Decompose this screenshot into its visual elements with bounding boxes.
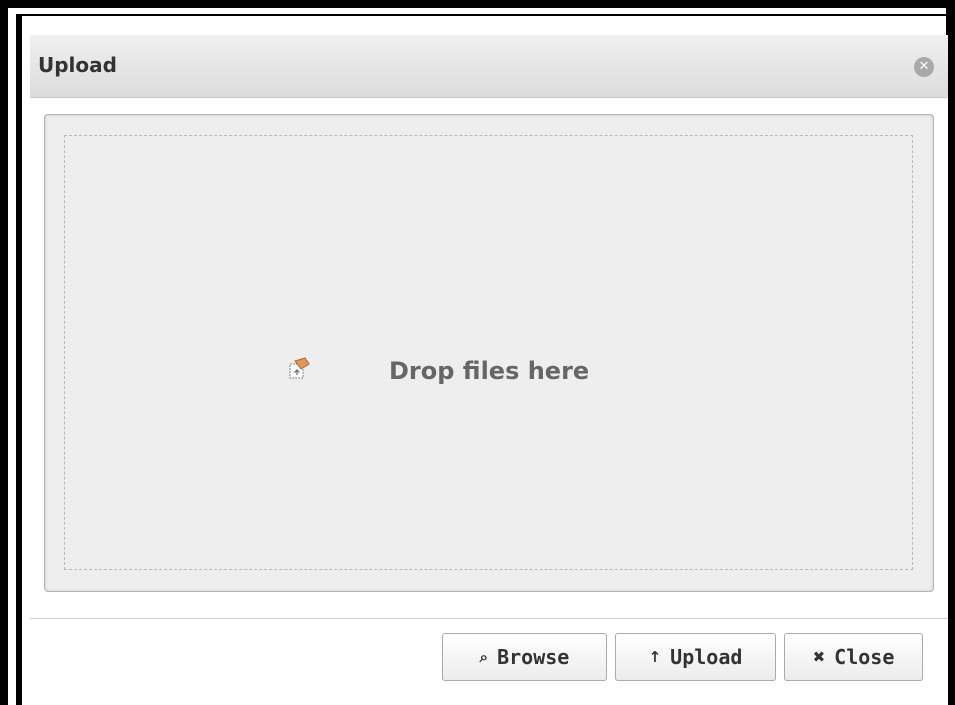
close-icon: ✖ (812, 648, 826, 666)
close-dialog-icon[interactable]: ✕ (914, 57, 934, 77)
dialog-content: Drop files here (30, 98, 948, 618)
close-button[interactable]: ✖ Close (784, 633, 923, 681)
dialog-title: Upload (38, 53, 117, 77)
search-icon: ⌕ (479, 648, 489, 666)
drop-files-label: Drop files here (389, 357, 590, 385)
dialog-footer: ⌕ Browse ↑ Upload ✖ Close (30, 618, 948, 705)
dialog-titlebar[interactable]: Upload ✕ (30, 35, 948, 98)
drag-drop-icon (289, 357, 310, 379)
upload-button-label: Upload (670, 645, 743, 669)
close-button-label: Close (834, 645, 895, 669)
browse-button[interactable]: ⌕ Browse (442, 633, 607, 681)
upload-button[interactable]: ↑ Upload (615, 633, 776, 681)
browse-button-label: Browse (497, 645, 570, 669)
drop-panel: Drop files here (44, 114, 934, 592)
arrow-up-icon: ↑ (648, 648, 662, 666)
upload-dialog: Upload ✕ Drop files here ⌕ Browse ↑ Uplo… (30, 35, 948, 705)
drop-zone[interactable]: Drop files here (64, 135, 913, 570)
